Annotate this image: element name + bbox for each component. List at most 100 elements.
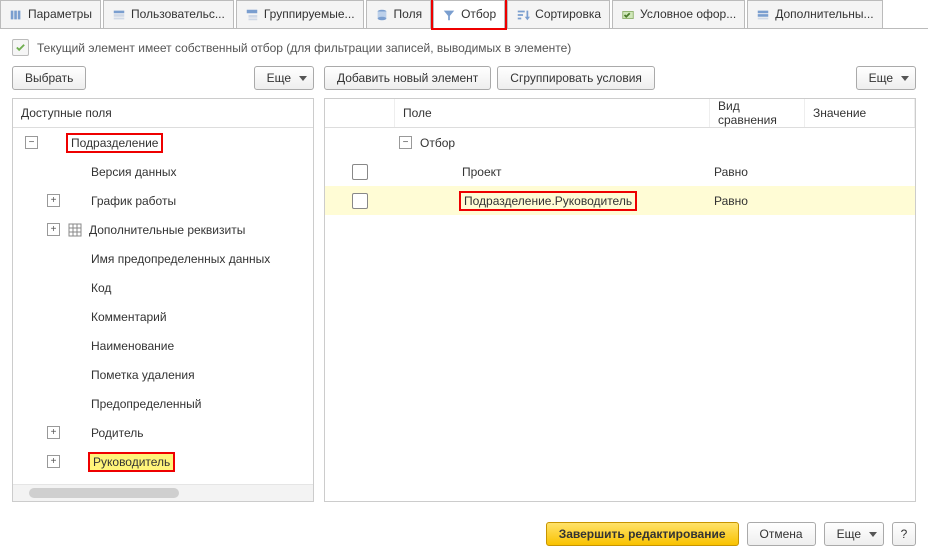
tab-userfields[interactable]: Пользовательс... [103,0,234,28]
tree-item[interactable]: +Родитель [13,418,313,447]
filter-info-line: Текущий элемент имеет собственный отбор … [12,39,916,56]
field-icon [70,169,82,175]
filter-icon [442,8,456,22]
userfields-icon [112,8,126,22]
left-tree[interactable]: − Подразделение Версия данных + График раб… [13,128,313,484]
tree-item-label: Пометка удаления [88,367,198,383]
tree-item[interactable]: +Дополнительные реквизиты [13,215,313,244]
field-icon [70,285,82,291]
sort-icon [516,8,530,22]
params-icon [9,8,23,22]
filter-field-label: Проект [459,164,505,180]
tree-root-label: Подразделение [66,133,163,153]
tree-item-label: Версия данных [88,164,179,180]
field-icon [70,256,82,262]
extra-icon [756,8,770,22]
tab-label: Пользовательс... [131,7,225,22]
expand-icon[interactable]: + [47,223,60,236]
tree-item-label: Имя предопределенных данных [88,251,273,267]
tab-label: Условное офор... [640,7,736,22]
tab-sort[interactable]: Сортировка [507,0,610,28]
available-fields-panel: Доступные поля − Подразделение Версия да… [12,98,314,502]
tab-extra[interactable]: Дополнительны... [747,0,882,28]
choose-button[interactable]: Выбрать [12,66,86,90]
footer: Завершить редактирование Отмена Еще ? [0,512,928,556]
field-icon [70,430,82,436]
tree-item[interactable]: Код [13,273,313,302]
field-icon [70,401,82,407]
filter-comparison: Равно [714,194,748,208]
fields-icon [375,8,389,22]
tab-fields[interactable]: Поля [366,0,432,28]
cancel-button[interactable]: Отмена [747,522,816,546]
tab-label: Группируемые... [264,7,355,22]
filter-row[interactable]: Проект Равно [325,157,915,186]
filter-comparison: Равно [714,165,748,179]
field-icon [70,198,82,204]
scrollbar-thumb[interactable] [29,488,179,498]
right-header-row: Поле Вид сравнения Значение [325,99,915,128]
field-icon [70,343,82,349]
add-element-button[interactable]: Добавить новый элемент [324,66,491,90]
collapse-icon[interactable]: − [25,136,38,149]
col-field: Поле [395,99,710,127]
row-checkbox[interactable] [352,164,368,180]
tree-item[interactable]: Комментарий [13,302,313,331]
left-more-button[interactable]: Еще [254,66,314,90]
table-icon [68,223,82,237]
tab-filter[interactable]: Отбор [433,0,505,28]
tree-root[interactable]: − Подразделение [13,128,313,157]
tree-item-label: Руководитель [88,452,175,472]
tree-item[interactable]: Предопределенный [13,389,313,418]
chevron-down-icon [901,76,909,81]
group-icon [245,8,259,22]
group-conditions-button[interactable]: Сгруппировать условия [497,66,655,90]
field-icon [441,169,453,175]
left-toolbar: Выбрать Еще [12,66,314,90]
expand-icon[interactable]: + [47,455,60,468]
filter-root-label: Отбор [420,136,455,150]
tabs-bar: Параметры Пользовательс... Группируемые.… [0,0,928,29]
row-checkbox[interactable] [352,193,368,209]
tree-item[interactable]: Имя предопределенных данных [13,244,313,273]
tree-item-label: График работы [88,193,179,209]
expand-icon[interactable]: + [47,426,60,439]
filter-field-label: Подразделение.Руководитель [459,191,637,211]
expand-icon[interactable]: + [47,194,60,207]
tree-item[interactable]: Пометка удаления [13,360,313,389]
finish-editing-button[interactable]: Завершить редактирование [546,522,739,546]
right-more-button[interactable]: Еще [856,66,916,90]
tab-label: Отбор [461,7,496,22]
info-checkbox[interactable] [12,39,29,56]
tree-item-label: Код [88,280,114,296]
tree-item-label: Комментарий [88,309,170,325]
tab-label: Поля [394,7,423,22]
collapse-icon[interactable]: − [399,136,412,149]
tab-label: Дополнительны... [775,7,873,22]
filter-conditions-panel: Поле Вид сравнения Значение − Отбор Прое… [324,98,916,502]
filter-row[interactable]: Подразделение.Руководитель Равно [325,186,915,215]
tree-item[interactable]: Версия данных [13,157,313,186]
tree-item[interactable]: Наименование [13,331,313,360]
right-body[interactable]: − Отбор ПроектРавноПодразделение.Руковод… [325,128,915,501]
filter-root-row[interactable]: − Отбор [325,128,915,157]
left-hscrollbar[interactable] [13,484,313,501]
tab-conditional[interactable]: Условное офор... [612,0,745,28]
footer-more-button[interactable]: Еще [824,522,884,546]
col-comparison: Вид сравнения [710,99,805,127]
tree-item-label: Предопределенный [88,396,205,412]
tab-groupfields[interactable]: Группируемые... [236,0,364,28]
field-icon [70,372,82,378]
tree-item[interactable]: + График работы [13,186,313,215]
help-button[interactable]: ? [892,522,916,546]
chevron-down-icon [869,532,877,537]
chevron-down-icon [299,76,307,81]
cond-icon [621,8,635,22]
tree-item[interactable]: + Руководитель [13,447,313,476]
tab-parameters[interactable]: Параметры [0,0,101,28]
left-header: Доступные поля [13,106,120,120]
field-icon [70,459,82,465]
info-text: Текущий элемент имеет собственный отбор … [37,41,571,55]
col-value: Значение [805,99,915,127]
field-icon [70,314,82,320]
